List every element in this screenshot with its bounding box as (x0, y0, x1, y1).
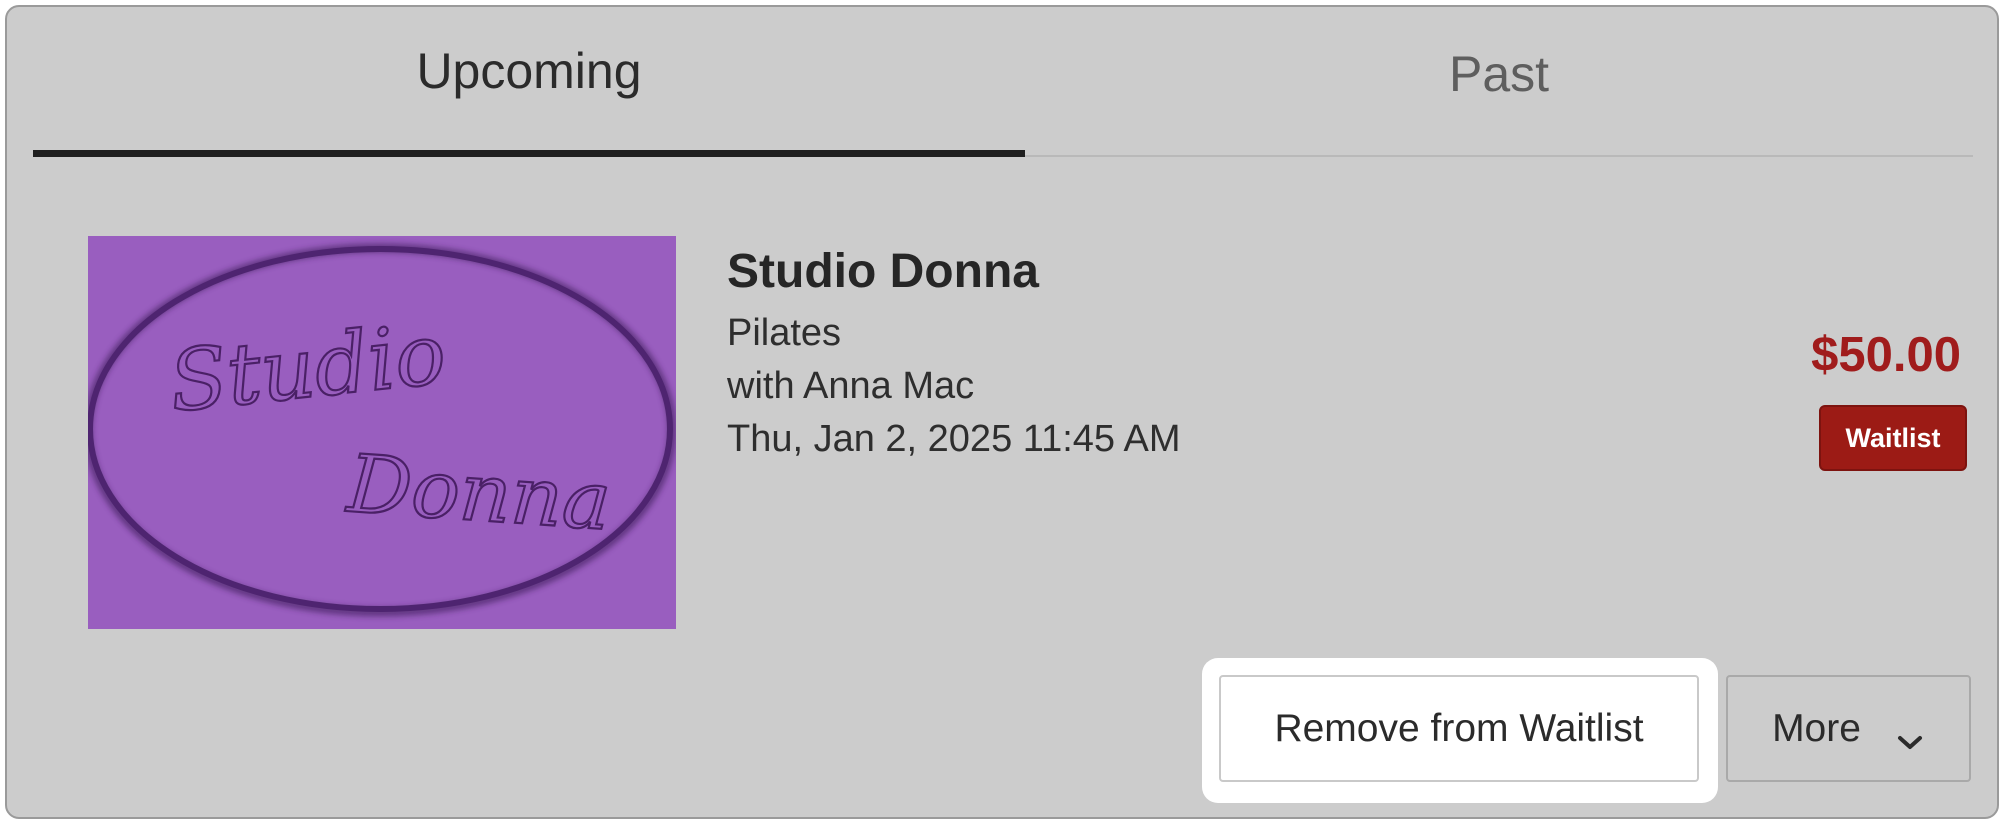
instructor-name: with Anna Mac (727, 365, 975, 407)
more-button[interactable]: More (1726, 675, 1971, 782)
booking-price: $50.00 (1811, 328, 1961, 382)
remove-from-waitlist-button[interactable]: Remove from Waitlist (1219, 675, 1699, 782)
studio-logo-image: Studio Donna (88, 236, 676, 629)
tab-upcoming[interactable]: Upcoming (33, 7, 1025, 157)
bookings-panel: Upcoming Past Studio Donna Studio Donna … (5, 5, 1999, 819)
tab-past-label: Past (1448, 46, 1550, 102)
remove-from-waitlist-label: Remove from Waitlist (1274, 706, 1644, 750)
tab-past[interactable]: Past (1025, 7, 1973, 157)
tab-upcoming-label: Upcoming (416, 42, 642, 99)
studio-logo: Studio Donna (88, 236, 676, 629)
more-label: More (1772, 706, 1861, 750)
chevron-down-icon (1895, 719, 1925, 749)
booking-tabs: Upcoming Past (33, 7, 1973, 157)
logo-text-donna: Donna (343, 437, 614, 548)
status-badge: Waitlist (1819, 405, 1967, 471)
studio-name: Studio Donna (727, 245, 1039, 298)
class-datetime: Thu, Jan 2, 2025 11:45 AM (727, 418, 1181, 460)
class-name: Pilates (727, 312, 842, 354)
booking-info: Studio Donna Pilates with Anna Mac Thu, … (727, 237, 1181, 466)
